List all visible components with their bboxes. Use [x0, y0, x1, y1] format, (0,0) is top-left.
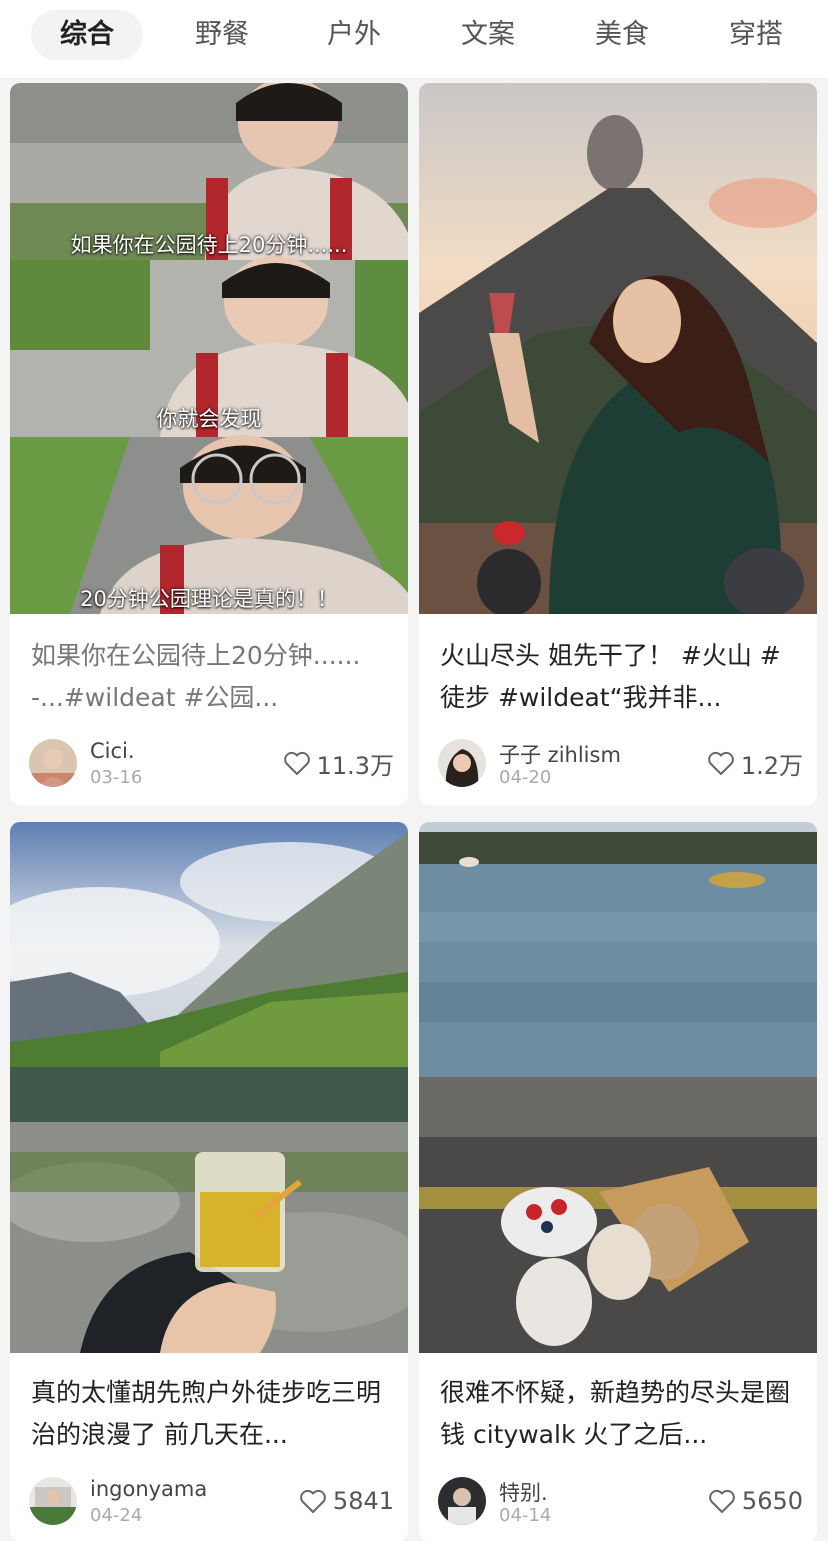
heart-icon [707, 751, 734, 775]
tab-picnic[interactable]: 野餐 [166, 10, 278, 60]
like-count: 5841 [332, 1487, 394, 1515]
author-name[interactable]: 特别. [499, 1477, 548, 1507]
avatar[interactable] [29, 739, 77, 787]
author-name[interactable]: ingonyama [90, 1477, 207, 1501]
post-date: 04-24 [90, 1505, 143, 1526]
tab-outdoor[interactable]: 户外 [298, 10, 410, 60]
post-date: 04-14 [499, 1505, 552, 1526]
post-card[interactable]: 如果你在公园待上20分钟...... 你就会发现 20分钟公园理论是真的！！ 如… [10, 83, 408, 805]
post-card[interactable]: 很难不怀疑，新趋势的尽头是圈钱 citywalk 火了之后... 特别. 04-… [419, 822, 817, 1541]
post-title[interactable]: 很难不怀疑，新趋势的尽头是圈钱 citywalk 火了之后... [440, 1372, 796, 1456]
image-caption: 20分钟公园理论是真的！！ [80, 587, 338, 611]
post-cover-image[interactable] [419, 822, 817, 1353]
tab-food[interactable]: 美食 [566, 10, 678, 60]
post-date: 04-20 [499, 767, 552, 788]
post-date: 03-16 [90, 767, 143, 788]
heart-icon [709, 1489, 735, 1513]
like-button[interactable]: 11.3万 [283, 745, 394, 781]
image-caption: 你就会发现 [156, 407, 262, 431]
post-cover-image[interactable] [419, 83, 817, 614]
volcano-photo [419, 83, 817, 614]
like-count: 5650 [741, 1487, 803, 1515]
mountain-lake-photo [10, 822, 408, 1353]
like-button[interactable]: 5841 [299, 1483, 394, 1519]
post-cover-image[interactable]: 如果你在公园待上20分钟...... 你就会发现 20分钟公园理论是真的！！ [10, 83, 408, 614]
like-button[interactable]: 5650 [708, 1483, 803, 1519]
tab-copywriting[interactable]: 文案 [432, 10, 544, 60]
post-card[interactable]: 真的太懂胡先煦户外徒步吃三明治的浪漫了 前几天在... ingonyama 04… [10, 822, 408, 1541]
author-name[interactable]: 子子 zihlism [499, 739, 621, 769]
post-cover-image[interactable] [10, 822, 408, 1353]
heart-icon [283, 751, 310, 775]
park-selfie-collage [10, 83, 408, 614]
post-title[interactable]: 火山尽头 姐先干了！ #火山 #徒步 #wildeat“我并非... [440, 635, 796, 719]
avatar[interactable] [438, 739, 486, 787]
tab-comprehensive[interactable]: 综合 [31, 10, 143, 60]
post-title[interactable]: 真的太懂胡先煦户外徒步吃三明治的浪漫了 前几天在... [31, 1372, 387, 1456]
like-button[interactable]: 1.2万 [707, 745, 803, 781]
tab-outfit[interactable]: 穿搭 [700, 10, 812, 60]
avatar[interactable] [29, 1477, 77, 1525]
avatar[interactable] [438, 1477, 486, 1525]
lakeside-picnic-photo [419, 822, 817, 1353]
image-caption: 如果你在公园待上20分钟...... [70, 233, 348, 257]
like-count: 1.2万 [740, 751, 803, 780]
category-tab-bar: 综合 野餐 户外 文案 美食 穿搭 [0, 0, 828, 79]
post-card[interactable]: 火山尽头 姐先干了！ #火山 #徒步 #wildeat“我并非... 子子 zi… [419, 83, 817, 805]
heart-icon [300, 1489, 326, 1513]
author-name[interactable]: Cici. [90, 739, 135, 763]
like-count: 11.3万 [316, 751, 394, 780]
post-title[interactable]: 如果你在公园待上20分钟...... -...#wildeat #公园... [31, 635, 387, 719]
